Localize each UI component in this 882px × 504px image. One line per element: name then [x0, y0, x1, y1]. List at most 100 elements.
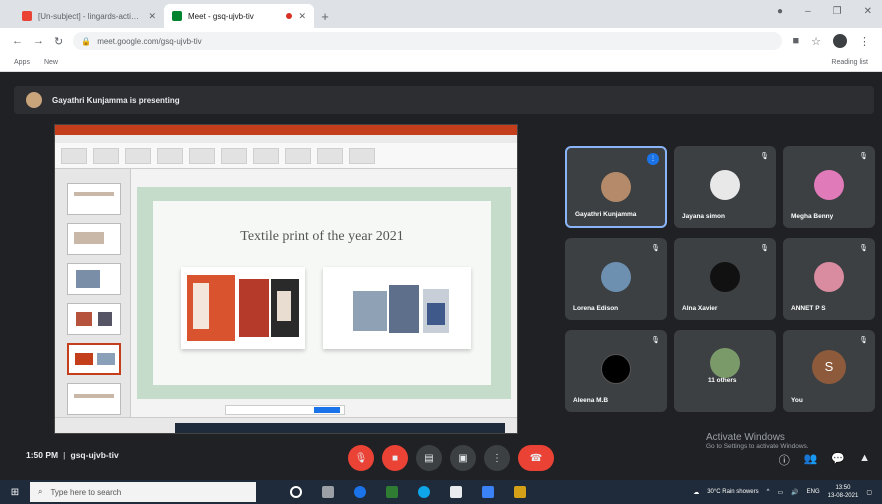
address-bar[interactable]: 🔒 meet.google.com/gsq-ujvb-tiv	[73, 32, 783, 50]
mic-off-icon: 🎙	[859, 337, 868, 344]
volume-icon[interactable]: 🔊	[791, 489, 798, 496]
slide-title: Textile print of the year 2021	[240, 229, 404, 244]
url-text: meet.google.com/gsq-ujvb-tiv	[97, 36, 202, 46]
captions-button[interactable]: ▤	[416, 445, 442, 471]
info-icon[interactable]: ⓘ	[779, 452, 790, 468]
powerpoint-ribbon	[55, 135, 517, 169]
chrome-icon[interactable]	[354, 486, 366, 498]
weather-text[interactable]: 30°C Rain showers	[707, 489, 758, 495]
windows-start-icon[interactable]: ⊞	[0, 487, 30, 498]
browser-tab-bar: [Un-subject] - lingards-action@g ✕ Meet …	[0, 0, 882, 28]
speaking-indicator-icon: ⋮	[647, 153, 659, 165]
mic-off-icon: 🎙	[859, 153, 868, 160]
network-icon[interactable]: ▭	[777, 489, 783, 496]
browser-tab-gmail[interactable]: [Un-subject] - lingards-action@g ✕	[14, 4, 164, 28]
screen: [Un-subject] - lingards-action@g ✕ Meet …	[0, 0, 882, 504]
close-icon[interactable]: ✕	[148, 11, 156, 22]
bookmarks-bar: Apps New Reading list	[0, 54, 882, 72]
window-controls: ● – ❐ ✕	[777, 6, 872, 17]
close-icon[interactable]: ✕	[298, 11, 306, 22]
presenting-text: Gayathri Kunjamma is presenting	[52, 95, 180, 105]
mic-toggle-button[interactable]: 🎙	[348, 445, 374, 471]
presenter-avatar	[26, 92, 42, 108]
participant-name: Gayathri Kunjamma	[575, 211, 637, 218]
task-view-icon[interactable]	[322, 486, 334, 498]
participant-tile[interactable]: 🎙 Megha Benny	[783, 146, 875, 228]
others-count: 11 others	[708, 377, 737, 384]
cortana-icon[interactable]	[290, 486, 302, 498]
close-window-icon[interactable]: ✕	[864, 6, 872, 17]
camera-toggle-button[interactable]: ■	[382, 445, 408, 471]
participant-avatar	[601, 172, 631, 202]
reading-list[interactable]: Reading list	[831, 59, 868, 66]
mic-off-icon: 🎙	[651, 337, 660, 344]
people-icon[interactable]: 👥	[804, 452, 818, 468]
tab-title: Meet - gsq-ujvb-tiv	[188, 11, 254, 21]
meet-icon	[172, 11, 182, 21]
lock-icon: 🔒	[81, 36, 92, 46]
file-explorer-icon[interactable]	[514, 486, 526, 498]
slide-canvas: Textile print of the year 2021	[137, 187, 511, 399]
slide-thumbnails	[55, 169, 131, 419]
participant-name: Alna Xavier	[682, 305, 718, 312]
mic-off-icon: 🎙	[859, 245, 868, 252]
slide-thumbnail-selected	[67, 343, 121, 375]
participant-tile[interactable]: 🎙 ANNET P S	[783, 238, 875, 320]
participant-tile[interactable]: ⋮ Gayathri Kunjamma	[565, 146, 667, 228]
profile-avatar[interactable]	[833, 34, 847, 48]
notifications-icon[interactable]: ▢	[866, 489, 872, 496]
taskbar-search[interactable]: ⌕ Type here to search	[30, 482, 256, 502]
forward-icon[interactable]: →	[33, 35, 44, 47]
search-icon: ⌕	[38, 487, 43, 496]
bookmark-item[interactable]: New	[44, 59, 58, 66]
camera-indicator-icon[interactable]: ■	[792, 35, 799, 47]
present-icon: ▣	[458, 452, 468, 464]
windows-taskbar: ⊞ ⌕ Type here to search ☁ 30°C Rain show…	[0, 480, 882, 504]
minimize-icon[interactable]: –	[805, 6, 811, 17]
language-indicator[interactable]: ENG	[807, 489, 820, 495]
plus-icon[interactable]: +	[314, 4, 336, 28]
mail-icon[interactable]	[482, 486, 494, 498]
participant-name: Aleena M.B	[573, 397, 609, 404]
browser-tab-meet[interactable]: Meet - gsq-ujvb-tiv ✕	[164, 4, 314, 28]
meeting-code: gsq-ujvb-tiv	[70, 450, 119, 460]
participant-name: ANNET P S	[791, 305, 826, 312]
leave-call-button[interactable]: ☎	[518, 445, 554, 471]
activities-icon[interactable]: ▲	[859, 452, 870, 468]
mic-off-icon: 🎙	[651, 245, 660, 252]
taskbar-clock[interactable]: 13:50 13-08-2021	[828, 484, 859, 500]
maximize-icon[interactable]: ❐	[833, 6, 842, 17]
tray-arrow-icon[interactable]: ^	[767, 489, 770, 495]
others-tile[interactable]: 11 others	[674, 330, 776, 412]
star-icon[interactable]: ☆	[811, 35, 821, 48]
recording-dot-icon	[286, 13, 293, 19]
participant-tile[interactable]: 🎙 Jayana simon	[674, 146, 776, 228]
store-icon[interactable]	[450, 486, 462, 498]
participant-avatar	[814, 170, 844, 200]
chat-icon[interactable]: 💬	[831, 452, 845, 468]
hang-up-icon: ☎	[529, 452, 543, 464]
present-button[interactable]: ▣	[450, 445, 476, 471]
participant-avatar	[710, 170, 740, 200]
back-icon[interactable]: ←	[12, 35, 23, 47]
more-vertical-icon[interactable]: ⋮	[859, 35, 870, 48]
edge-icon[interactable]	[418, 486, 430, 498]
system-tray: ☁ 30°C Rain showers ^ ▭ 🔊 ENG 13:50 13-0…	[693, 484, 882, 500]
participant-tile[interactable]: 🎙 Alna Xavier	[674, 238, 776, 320]
bookmark-apps[interactable]: Apps	[14, 59, 30, 66]
participant-tile[interactable]: 🎙 Aleena M.B	[565, 330, 667, 412]
shared-screen: Textile print of the year 2021	[54, 124, 518, 434]
excel-icon[interactable]	[386, 486, 398, 498]
chrome-account-icon[interactable]: ●	[777, 6, 783, 17]
self-tile[interactable]: S 🎙 You	[783, 330, 875, 412]
slide-image-right	[323, 267, 471, 349]
more-options-button[interactable]: ⋮	[484, 445, 510, 471]
reload-icon[interactable]: ↻	[54, 35, 63, 48]
participant-avatar	[814, 262, 844, 292]
tab-title: [Un-subject] - lingards-action@g	[38, 11, 143, 21]
slide-thumbnail	[67, 263, 121, 295]
participant-avatar	[710, 262, 740, 292]
slide-thumbnail	[67, 183, 121, 215]
participant-tile[interactable]: 🎙 Lorena Edison	[565, 238, 667, 320]
presenting-banner: Gayathri Kunjamma is presenting	[14, 86, 874, 114]
